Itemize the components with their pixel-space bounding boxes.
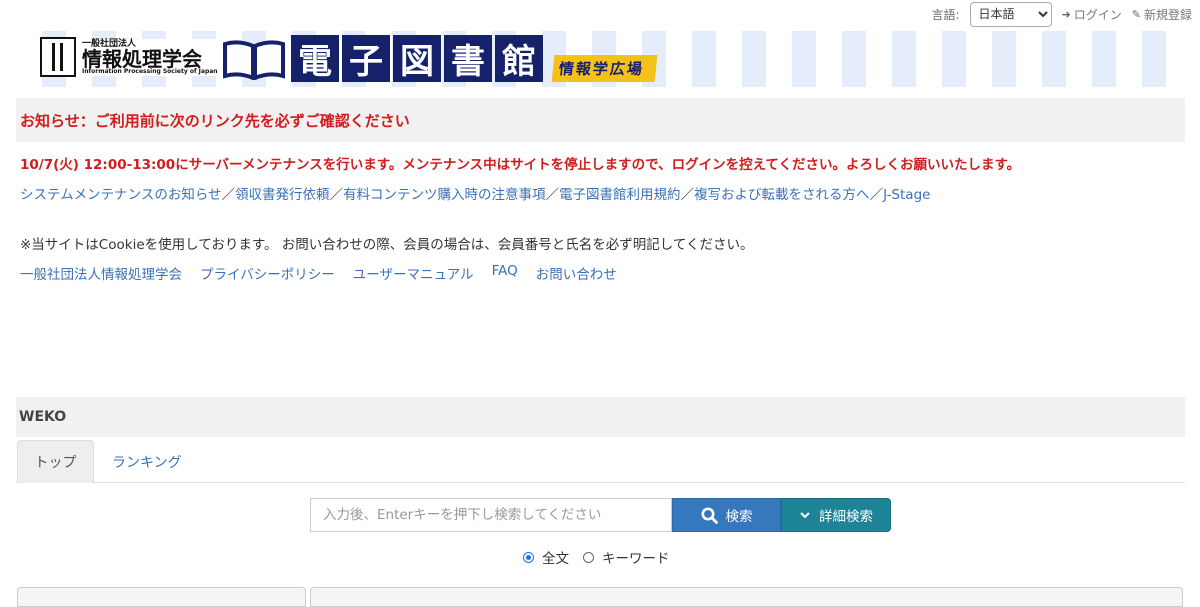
link-privacy-policy[interactable]: プライバシーポリシー [200,263,335,283]
ipsj-org-name: 情報処理学会 [82,46,202,71]
site-banner[interactable]: 一般社団法人 情報処理学会 Information Processing Soc… [16,31,1185,87]
ipsj-logo: 一般社団法人 情報処理学会 Information Processing Soc… [40,37,220,77]
top-utility-bar: 言語: 日本語 ➜ ログイン ✎ 新規登録 [931,0,1192,28]
radio-keyword-label: キーワード [602,551,670,567]
login-label: ログイン [1073,7,1122,22]
library-title-char: 子 [342,35,390,82]
link-receipt-request[interactable]: 領収書発行依頼 [235,187,330,203]
sign-in-icon: ➜ [1061,7,1071,21]
weko-heading: WEKO [16,397,1185,437]
banner-tag: 情報学広場 [551,55,658,82]
maintenance-notice: 10/7(火) 12:00-13:00にサーバーメンテナンスを行います。メンテナ… [20,157,1021,173]
link-faq[interactable]: FAQ [492,263,518,283]
radio-keyword[interactable] [583,551,594,563]
library-title: 電 子 図 書 館 [291,35,543,82]
tab-ranking[interactable]: ランキング [112,440,182,483]
signup-link[interactable]: ✎ 新規登録 [1132,6,1192,23]
cookie-notice: ※当サイトはCookieを使用しております。 お問い合わせの際、会員の場合は、会… [20,237,754,253]
link-separator: ／ [869,187,884,203]
right-panel [310,587,1183,607]
main-tabs: トップ ランキング [16,440,1185,483]
link-maintenance-info[interactable]: システムメンテナンスのお知らせ [20,187,222,203]
library-title-char: 書 [444,35,492,82]
advanced-search-label: 詳細検索 [819,509,873,525]
radio-fulltext-label: 全文 [542,551,569,567]
link-separator: ／ [221,187,236,203]
link-separator: ／ [329,187,344,203]
ipsj-mark-icon [40,37,76,77]
edit-icon: ✎ [1131,7,1141,21]
notice-heading: お知らせ：ご利用前に次のリンク先を必ずご確認ください [16,98,1185,142]
radio-fulltext[interactable] [523,551,534,563]
search-button[interactable]: 検索 [672,498,781,532]
library-title-char: 館 [495,35,543,82]
language-label: 言語: [931,7,960,22]
search-mode-radios: 全文 キーワード [523,547,670,567]
library-title-char: 図 [393,35,441,82]
language-select[interactable]: 日本語 [969,1,1052,27]
link-terms-of-use[interactable]: 電子図書館利用規約 [559,187,681,203]
notice-body: 10/7(火) 12:00-13:00にサーバーメンテナンスを行います。メンテナ… [16,142,1185,396]
search-input[interactable] [310,498,672,532]
search-icon [701,507,718,524]
link-separator: ／ [680,187,695,203]
link-jstage[interactable]: J-Stage [883,187,930,203]
login-link[interactable]: ➜ ログイン [1062,6,1122,23]
library-title-char: 電 [291,35,339,82]
chevron-down-icon [800,512,810,519]
search-button-label: 検索 [725,509,753,525]
notice-links: システムメンテナンスのお知らせ／領収書発行依頼／有料コンテンツ購入時の注意事項／… [20,183,930,203]
tab-top[interactable]: トップ [17,440,94,483]
ipsj-org-english: Information Processing Society of Japan [82,67,218,75]
advanced-search-button[interactable]: 詳細検索 [781,498,891,532]
ipsj-logo-text: 一般社団法人 情報処理学会 Information Processing Soc… [80,38,220,76]
open-book-icon [223,40,285,80]
signup-label: 新規登録 [1143,7,1192,22]
link-user-manual[interactable]: ユーザーマニュアル [353,263,474,283]
link-copy-reprint[interactable]: 複写および転載をされる方へ [694,187,870,203]
link-separator: ／ [545,187,560,203]
left-panel [17,587,306,607]
footer-links: 一般社団法人情報処理学会 プライバシーポリシー ユーザーマニュアル FAQ お問… [20,263,617,283]
link-purchase-notes[interactable]: 有料コンテンツ購入時の注意事項 [343,187,546,203]
link-ipsj[interactable]: 一般社団法人情報処理学会 [20,263,182,283]
link-contact[interactable]: お問い合わせ [536,263,617,283]
